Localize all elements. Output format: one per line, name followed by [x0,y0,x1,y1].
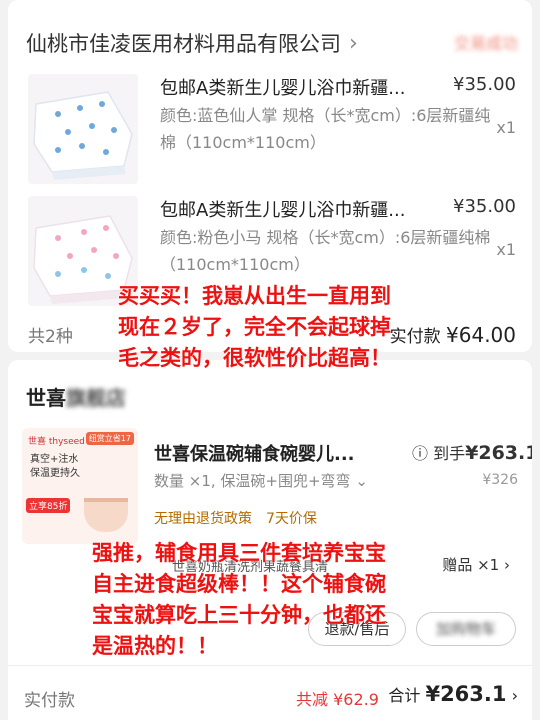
final-price-value: ¥263.1 [465,442,532,464]
paid-total: 实付款 ¥64.00 [390,322,516,347]
total-label: 合计 [388,686,421,705]
final-price-label: 到手 [433,444,466,463]
bowl-image [84,498,128,532]
grand-total: 合计 ¥263.1 › [388,682,518,706]
item-spec: 颜色:蓝色仙人掌 规格（长*宽cm）:6层新疆纯棉（110cm*110cm） [160,106,491,152]
chevron-down-icon[interactable]: ⌄ [355,472,368,490]
item-quantity: x1 [496,240,516,259]
thumb-discount-badge: 立享85折 [26,498,71,513]
gift-tag: 赠品 ×1 › [442,554,510,575]
total-amount: ¥263.1 [425,682,507,706]
gift-tag-text: 赠品 ×1 [442,556,500,574]
review-text-overlay: 强推，辅食用具三件套培养宝宝自主进食超级棒！！这个辅食碗宝宝就算吃上三十分钟，也… [92,541,387,659]
shop-header[interactable]: 仙桃市佳凌医用材料用品有限公司 › [26,28,358,58]
product-thumbnail[interactable] [28,74,138,184]
original-price: ¥326 [482,472,518,488]
paid-amount: ¥64.00 [446,323,516,347]
review-text-overlay: 买买买！我崽从出生一直用到现在２岁了，完全不会起球掉毛之类的，很软性价比超高！ [118,284,392,371]
thumb-line: 真空+注水 [30,454,79,465]
product-thumbnail[interactable]: 世喜 thyseed 纽赏立省17 真空+注水 保温更持久 立享85折 [22,428,138,544]
item-title[interactable]: 世喜保温碗辅食碗婴儿... [154,440,355,466]
add-to-cart-button[interactable]: 加购物车 [416,612,516,646]
item-count: 共2种 [28,327,73,347]
item-title[interactable]: 包邮A类新生儿婴儿浴巾新疆... [160,74,405,100]
final-price[interactable]: ⓘ 到手¥263.1 [412,440,532,464]
paid-label: 实付款 [24,691,75,711]
item-price: ¥35.00 [453,196,516,217]
thumb-brand: 世喜 thyseed [28,437,85,447]
item-spec-text: 数量 ×1, 保温碗+围兜+弯弯 [154,472,351,490]
chevron-right-icon[interactable]: › [512,686,518,705]
chevron-right-icon[interactable]: › [349,31,358,56]
thumb-promo-tag: 纽赏立省17 [85,432,134,445]
service-policy: 无理由退货政策 7天价保 [154,511,317,527]
shop-name[interactable]: 仙桃市佳凌医用材料用品有限公司 [26,28,341,58]
info-icon[interactable]: ⓘ [412,444,428,463]
item-spec[interactable]: 数量 ×1, 保温碗+围兜+弯弯 ⌄ [154,470,368,491]
item-quantity: x1 [496,118,516,137]
order-status: 交易成功 [453,34,518,53]
order-footer: 实付款 共减 ¥62.9 合计 ¥263.1 › [8,665,532,720]
item-price: ¥35.00 [453,74,516,95]
shop-name[interactable]: 世喜 [26,386,66,410]
discount-amount: 共减 ¥62.9 [296,690,379,709]
order-item[interactable]: 包邮A类新生儿婴儿浴巾新疆... ¥35.00 颜色:蓝色仙人掌 规格（长*宽c… [28,68,528,186]
chevron-right-icon[interactable]: › [504,556,510,574]
item-title[interactable]: 包邮A类新生儿婴儿浴巾新疆... [160,196,405,222]
shop-name-blurred: 旗舰店 [66,386,126,410]
shop-header[interactable]: 世喜旗舰店 [26,382,126,411]
thumb-line: 保温更持久 [30,468,80,479]
add-to-cart-label: 加购物车 [435,620,496,638]
item-spec: 颜色:粉色小马 规格（长*宽cm）:6层新疆纯棉（110cm*110cm） [160,228,491,274]
